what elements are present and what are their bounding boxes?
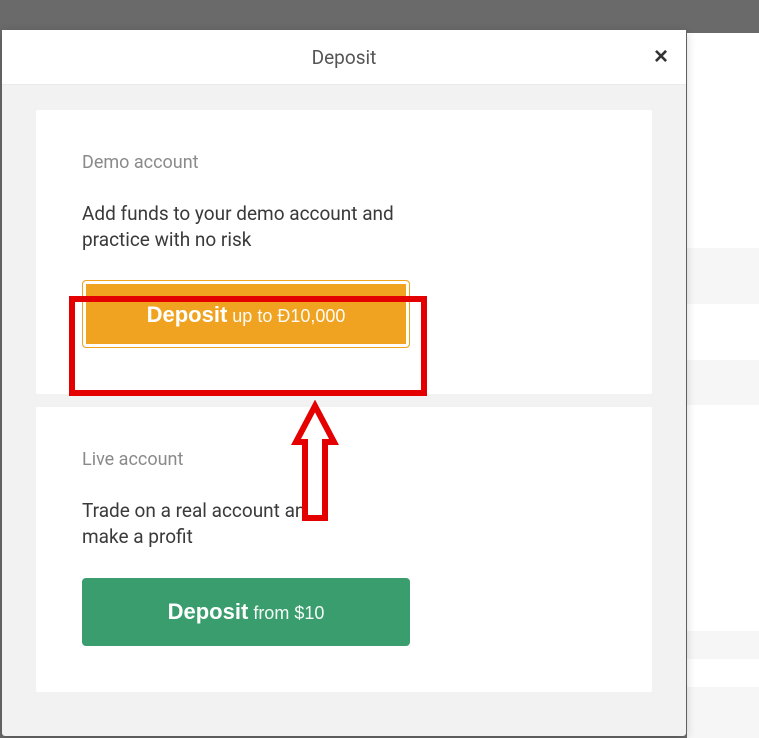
modal-body: Demo account Add funds to your demo acco… [2, 85, 686, 730]
live-account-card: Live account Trade on a real account and… [36, 407, 652, 691]
live-account-description: Trade on a real account and make a profi… [82, 498, 342, 549]
demo-deposit-bold: Deposit [147, 302, 228, 327]
live-deposit-light: from $10 [248, 603, 324, 623]
live-deposit-button[interactable]: Deposit from $10 [82, 578, 410, 646]
demo-deposit-button[interactable]: Deposit up to Ð10,000 [82, 280, 410, 348]
live-account-label: Live account [82, 449, 606, 470]
modal-title: Deposit [312, 46, 377, 69]
close-icon[interactable]: × [654, 45, 668, 69]
demo-account-card: Demo account Add funds to your demo acco… [36, 110, 652, 394]
modal-header: Deposit × [2, 30, 686, 85]
demo-deposit-light: up to Ð10,000 [227, 306, 345, 326]
demo-account-label: Demo account [82, 152, 606, 173]
demo-account-description: Add funds to your demo account and pract… [82, 201, 412, 252]
deposit-modal: Deposit × Demo account Add funds to your… [2, 30, 686, 736]
live-deposit-bold: Deposit [168, 599, 249, 624]
background-sidebar-decor [687, 33, 759, 738]
